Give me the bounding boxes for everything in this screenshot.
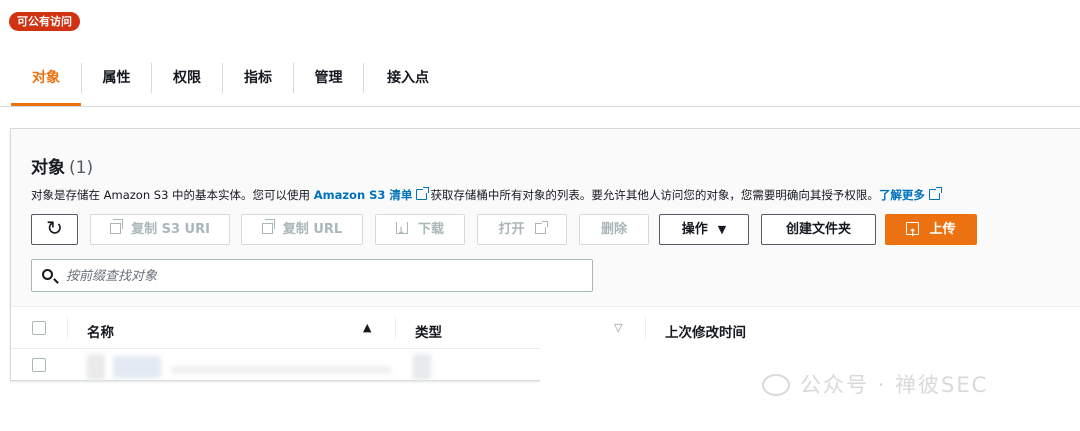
redacted-type <box>413 354 431 380</box>
external-link-icon <box>416 187 430 200</box>
sort-icon[interactable]: ▽ <box>614 321 622 334</box>
search-box <box>31 259 593 292</box>
select-all-checkbox[interactable] <box>32 321 46 335</box>
copy-url-label: 复制 URL <box>282 222 343 237</box>
copy-s3-uri-button[interactable]: 复制 S3 URI <box>90 214 230 245</box>
s3-bucket-page: 可公有访问 对象 属性 权限 指标 管理 接入点 对象 (1) 对象是存储在 Am… <box>0 0 1080 431</box>
copy-icon <box>110 219 124 234</box>
copy-url-button[interactable]: 复制 URL <box>241 214 363 245</box>
inventory-link[interactable]: Amazon S3 清单 <box>314 188 413 202</box>
column-header-last-modified[interactable]: 上次修改时间 <box>665 321 746 341</box>
copy-icon <box>261 219 275 234</box>
upload-icon <box>906 219 920 248</box>
actions-dropdown[interactable]: 操作 ▼ <box>659 214 749 245</box>
download-button[interactable]: 下载 <box>375 214 465 246</box>
bucket-tabs: 对象 属性 权限 指标 管理 接入点 <box>0 57 1080 107</box>
row-checkbox[interactable] <box>32 358 46 372</box>
column-divider <box>395 317 396 339</box>
objects-description: 对象是存储在 Amazon S3 中的基本实体。您可以使用 Amazon S3 … <box>31 187 943 203</box>
objects-count: (1) <box>69 158 94 178</box>
tab-metrics[interactable]: 指标 <box>223 57 293 106</box>
wechat-icon <box>762 374 790 396</box>
actions-label: 操作 <box>681 222 708 237</box>
tab-management[interactable]: 管理 <box>294 57 363 106</box>
refresh-button[interactable]: ↻ <box>31 214 78 245</box>
search-icon <box>42 269 53 280</box>
download-label: 下载 <box>417 222 444 237</box>
search-input[interactable] <box>66 266 566 286</box>
caret-down-icon: ▼ <box>717 223 727 236</box>
column-divider <box>645 317 646 339</box>
objects-panel-header: 对象 (1) 对象是存储在 Amazon S3 中的基本实体。您可以使用 Amaz… <box>11 129 1080 307</box>
column-header-name[interactable]: 名称 <box>87 321 114 341</box>
objects-title: 对象 (1) <box>31 153 93 178</box>
copy-s3-uri-label: 复制 S3 URI <box>131 222 210 237</box>
open-button[interactable]: 打开 <box>477 214 567 245</box>
column-divider <box>67 317 68 339</box>
description-middle: 获取存储桶中所有对象的列表。要允许其他人访问您的对象，您需要明确向其授予权限。 <box>430 188 879 202</box>
objects-title-text: 对象 <box>31 158 65 178</box>
external-link-icon <box>534 221 548 234</box>
download-icon <box>395 217 408 246</box>
description-prefix: 对象是存储在 Amazon S3 中的基本实体。您可以使用 <box>31 188 311 202</box>
watermark: 公众号 · 禅彼SEC <box>762 370 988 400</box>
tab-properties[interactable]: 属性 <box>82 57 151 106</box>
tab-permissions[interactable]: 权限 <box>152 57 222 106</box>
public-access-badge: 可公有访问 <box>9 12 80 31</box>
upload-label: 上传 <box>929 222 956 237</box>
tab-objects[interactable]: 对象 <box>11 57 81 106</box>
watermark-text: 公众号 · 禅彼SEC <box>800 373 989 397</box>
delete-button[interactable]: 删除 <box>579 214 649 245</box>
learn-more-link[interactable]: 了解更多 <box>879 188 925 202</box>
create-folder-label: 创建文件夹 <box>785 222 851 237</box>
create-folder-button[interactable]: 创建文件夹 <box>761 214 876 245</box>
delete-label: 删除 <box>600 222 627 237</box>
open-label: 打开 <box>498 222 525 237</box>
external-link-icon <box>928 187 942 200</box>
upload-button[interactable]: 上传 <box>885 214 977 248</box>
redacted-name <box>87 354 105 380</box>
redacted-name <box>171 366 391 374</box>
tab-access-points[interactable]: 接入点 <box>364 57 452 106</box>
redacted-name <box>113 356 161 378</box>
column-header-type[interactable]: 类型 <box>415 321 442 341</box>
sort-ascending-icon[interactable]: ▲ <box>363 321 371 334</box>
refresh-icon: ↻ <box>46 216 63 240</box>
